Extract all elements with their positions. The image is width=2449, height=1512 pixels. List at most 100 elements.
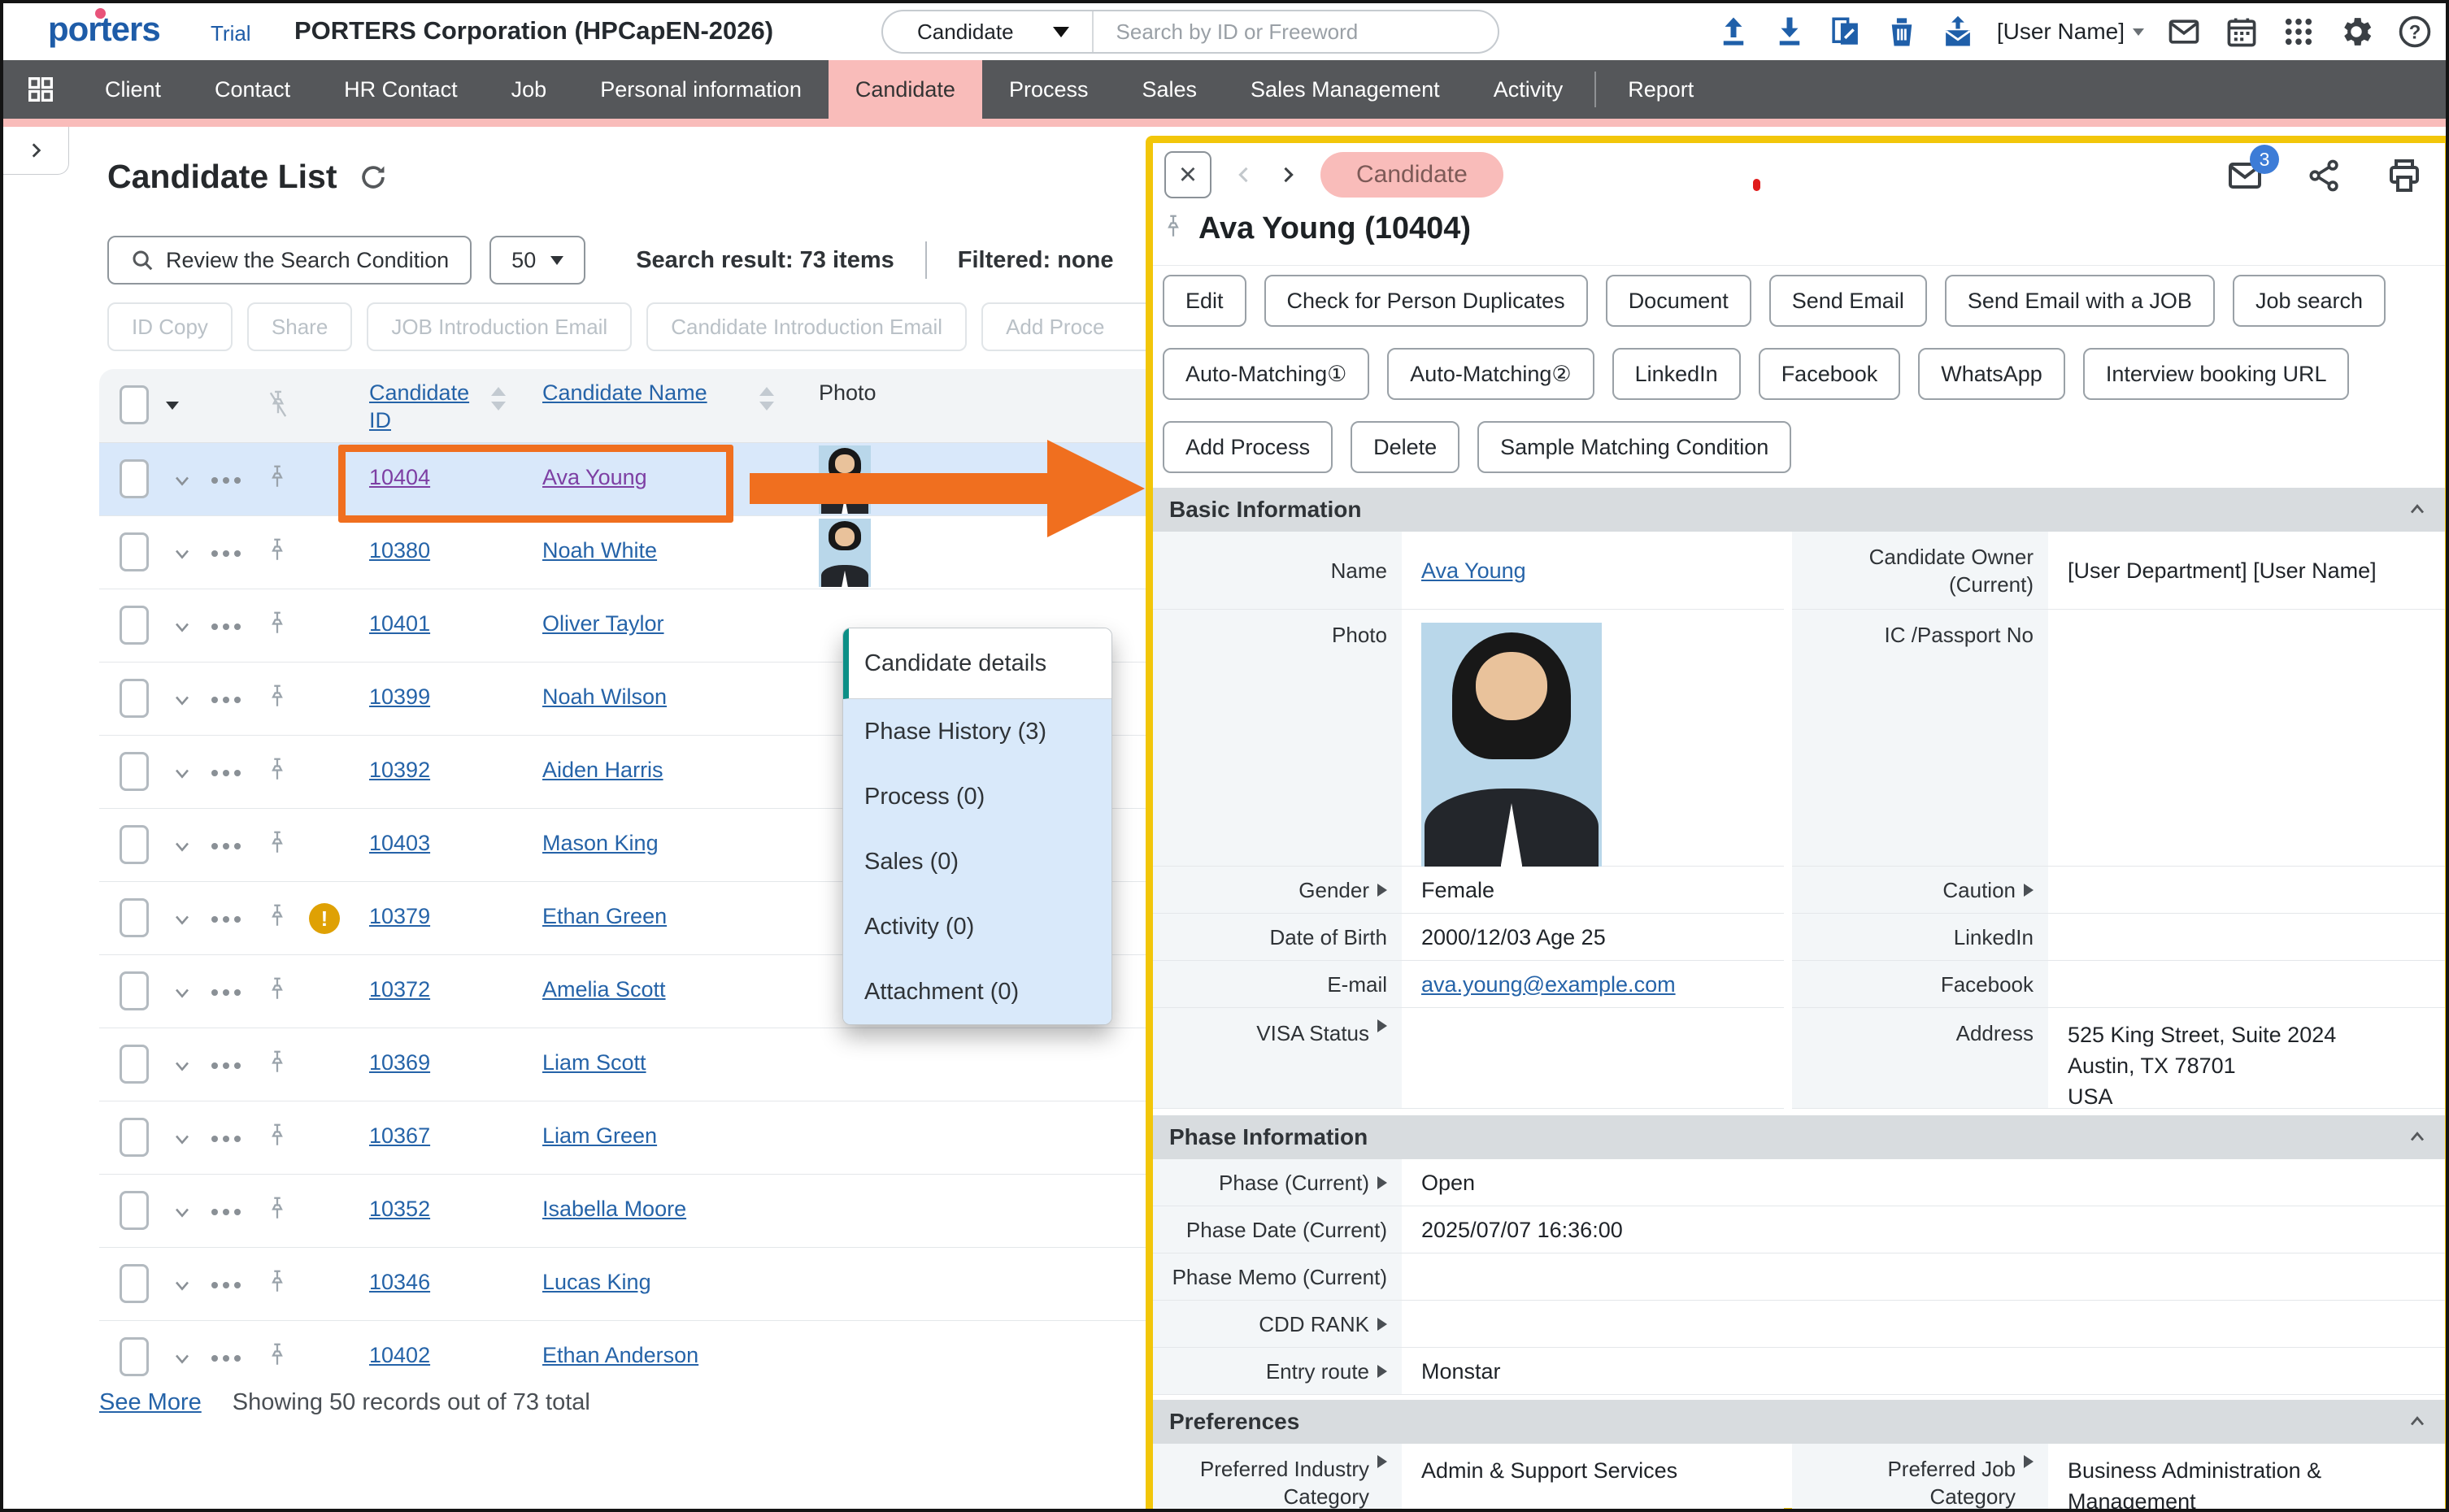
candidate-id-link[interactable]: 10352	[369, 1197, 430, 1222]
candidate-id-link[interactable]: 10379	[369, 904, 430, 929]
menu-item-candidate-details[interactable]: Candidate details	[843, 628, 1111, 699]
chevron-down-icon[interactable]	[171, 908, 194, 931]
sample-matching-condition-button[interactable]: Sample Matching Condition	[1477, 421, 1791, 473]
candidate-id-link[interactable]: 10372	[369, 977, 430, 1002]
pin-icon[interactable]	[265, 1340, 289, 1375]
email-link[interactable]: ava.young@example.com	[1421, 969, 1676, 1000]
row-checkbox[interactable]	[120, 971, 149, 1010]
row-checkbox[interactable]	[120, 898, 149, 937]
menu-item-attachment[interactable]: Attachment (0)	[843, 959, 1111, 1024]
candidate-id-link[interactable]: 10401	[369, 611, 430, 637]
see-more-link[interactable]: See More	[99, 1389, 202, 1416]
facebook-button[interactable]: Facebook	[1759, 348, 1901, 400]
candidate-id-link[interactable]: 10403	[369, 831, 430, 856]
collapse-icon[interactable]	[2406, 1410, 2429, 1433]
row-checkbox[interactable]	[120, 459, 149, 498]
row-checkbox[interactable]	[120, 1264, 149, 1303]
menu-item-process[interactable]: Process (0)	[843, 764, 1111, 829]
delete-icon[interactable]	[1885, 15, 1919, 49]
whatsapp-button[interactable]: WhatsApp	[1918, 348, 2065, 400]
more-actions-icon[interactable]	[211, 770, 241, 776]
more-actions-icon[interactable]	[211, 916, 241, 923]
auto-matching-1-button[interactable]: Auto-Matching①	[1163, 348, 1369, 400]
export-icon[interactable]	[1773, 15, 1807, 49]
more-actions-icon[interactable]	[211, 1355, 241, 1362]
candidate-name-link[interactable]: Noah White	[542, 538, 657, 563]
search-scope-select[interactable]: Candidate	[883, 11, 1092, 52]
global-search[interactable]: Candidate	[881, 10, 1499, 54]
nav-hr-contact[interactable]: HR Contact	[317, 60, 485, 119]
nav-job[interactable]: Job	[485, 60, 574, 119]
table-row[interactable]: 10352 Isabella Moore	[99, 1175, 1151, 1248]
nav-candidate[interactable]: Candidate	[829, 60, 982, 119]
apps-grid-icon[interactable]	[2282, 15, 2316, 49]
job-search-button[interactable]: Job search	[2233, 275, 2386, 327]
dashboard-grid-icon[interactable]	[3, 60, 78, 119]
candidate-photo[interactable]	[819, 519, 871, 587]
table-row[interactable]: 10380 Noah White	[99, 516, 1151, 589]
table-row[interactable]: 10402 Ethan Anderson	[99, 1321, 1151, 1377]
table-row[interactable]: 10367 Liam Green	[99, 1101, 1151, 1175]
document-button[interactable]: Document	[1606, 275, 1751, 327]
more-actions-icon[interactable]	[211, 1282, 241, 1288]
pin-icon[interactable]	[265, 609, 289, 643]
nav-client[interactable]: Client	[78, 60, 188, 119]
job-introduction-email-button[interactable]: JOB Introduction Email	[367, 302, 632, 351]
menu-item-sales[interactable]: Sales (0)	[843, 829, 1111, 894]
row-checkbox[interactable]	[120, 1045, 149, 1084]
chevron-down-icon[interactable]	[171, 542, 194, 565]
collapse-icon[interactable]	[2406, 1126, 2429, 1149]
candidate-id-link[interactable]: 10346	[369, 1270, 430, 1295]
candidate-id-link[interactable]: 10392	[369, 758, 430, 783]
chevron-down-icon[interactable]	[171, 1054, 194, 1077]
candidate-photo-large[interactable]	[1421, 623, 1602, 867]
pin-icon[interactable]	[265, 975, 289, 1009]
more-actions-icon[interactable]	[211, 477, 241, 484]
menu-item-phase-history[interactable]: Phase History (3)	[843, 699, 1111, 764]
candidate-name-link[interactable]: Liam Scott	[542, 1050, 646, 1075]
select-menu-icon[interactable]	[166, 402, 179, 410]
candidate-id-link[interactable]: 10369	[369, 1050, 430, 1075]
column-header-candidate-id[interactable]: Candidate ID	[369, 379, 491, 434]
more-actions-icon[interactable]	[211, 843, 241, 849]
row-checkbox[interactable]	[120, 1191, 149, 1230]
add-process-button[interactable]: Add Process	[1163, 421, 1333, 473]
pin-icon[interactable]	[265, 682, 289, 716]
bulk-edit-icon[interactable]	[1829, 15, 1863, 49]
pin-icon[interactable]	[265, 1267, 289, 1301]
send-mail-icon[interactable]	[1941, 15, 1975, 49]
unpin-all-icon[interactable]	[265, 389, 291, 423]
pin-icon[interactable]	[265, 1194, 289, 1228]
nav-report[interactable]: Report	[1601, 60, 1720, 119]
calendar-icon[interactable]	[2224, 14, 2260, 50]
pin-icon[interactable]	[265, 463, 289, 497]
table-row[interactable]: 10346 Lucas King	[99, 1248, 1151, 1321]
candidate-id-link[interactable]: 10402	[369, 1343, 430, 1368]
candidate-name-link[interactable]: Amelia Scott	[542, 977, 666, 1002]
row-checkbox[interactable]	[120, 825, 149, 864]
nav-personal-information[interactable]: Personal information	[573, 60, 829, 119]
table-row[interactable]: 10369 Liam Scott	[99, 1028, 1151, 1101]
candidate-name-link[interactable]: Ethan Green	[542, 904, 667, 929]
edit-button[interactable]: Edit	[1163, 275, 1246, 327]
next-record-icon[interactable]	[1277, 163, 1299, 186]
select-all-checkbox[interactable]	[120, 385, 149, 424]
pin-icon[interactable]	[265, 1048, 289, 1082]
mail-icon[interactable]	[2166, 14, 2202, 50]
sort-candidate-id-icon[interactable]	[491, 387, 506, 411]
search-input[interactable]	[1094, 19, 1498, 46]
row-checkbox[interactable]	[120, 1118, 149, 1157]
section-basic-information[interactable]: Basic Information	[1153, 488, 2445, 532]
chevron-down-icon[interactable]	[171, 981, 194, 1004]
row-checkbox[interactable]	[120, 679, 149, 718]
candidate-id-link[interactable]: 10380	[369, 538, 430, 563]
nav-sales-management[interactable]: Sales Management	[1224, 60, 1467, 119]
chevron-down-icon[interactable]	[171, 1274, 194, 1297]
candidate-name-link[interactable]: Aiden Harris	[542, 758, 663, 783]
pin-icon[interactable]	[265, 755, 289, 789]
more-actions-icon[interactable]	[211, 623, 241, 630]
send-email-with-job-button[interactable]: Send Email with a JOB	[1945, 275, 2215, 327]
more-actions-icon[interactable]	[211, 989, 241, 996]
pin-icon[interactable]	[265, 828, 289, 862]
share-button[interactable]: Share	[247, 302, 352, 351]
